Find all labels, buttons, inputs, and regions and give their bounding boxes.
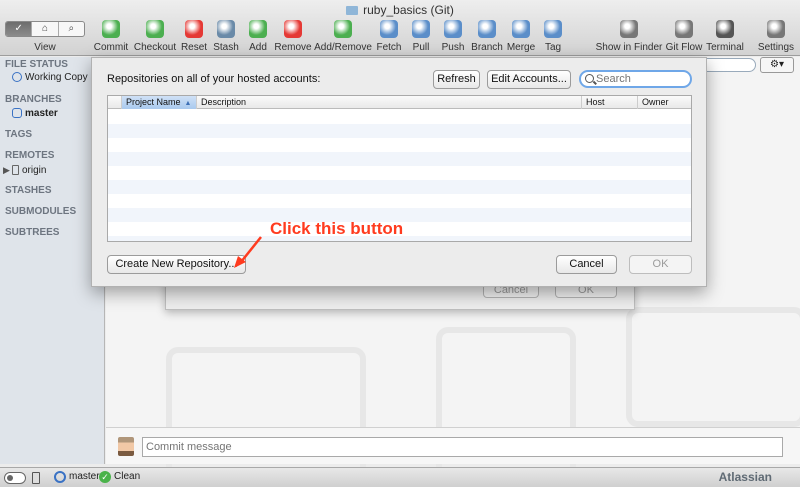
status-bar: master ✓ Clean Atlassian [0,467,800,487]
merge-icon[interactable] [512,20,530,38]
avatar [118,437,134,456]
disclosure-triangle-icon[interactable]: ▶ [3,165,10,176]
checkout-icon[interactable] [146,20,164,38]
view-label: View [34,42,56,53]
status-branch: master [69,471,100,482]
sidebar-heading-subtrees: SUBTREES [5,227,60,238]
search-input[interactable] [596,72,686,86]
cancel-button[interactable]: Cancel [556,255,617,274]
sidebar-heading-file-status: FILE STATUS [5,59,68,70]
column-header-owner[interactable]: Owner [638,96,691,109]
column-header-host[interactable]: Host [582,96,638,109]
reset-icon[interactable] [185,20,203,38]
terminal-icon[interactable] [716,20,734,38]
title-bar: ruby_basics (Git) ✓ ⌂ ⌕ View Commit Check… [0,0,800,56]
create-new-repository-button[interactable]: Create New Repository... [107,255,246,274]
finder-icon[interactable] [620,20,638,38]
table-row[interactable] [108,110,691,124]
column-header-project-name[interactable]: Project Name ▲ [122,96,197,109]
folder-icon [346,6,359,15]
branch-icon[interactable] [478,20,496,38]
search-field[interactable] [579,70,692,88]
table-row[interactable] [108,152,691,166]
column-header-blank [108,96,122,109]
stash-icon[interactable] [217,20,235,38]
sidebar-heading-stashes: STASHES [5,185,52,196]
table-row[interactable] [108,124,691,138]
working-copy-icon [12,72,22,82]
commit-message-input[interactable] [142,437,783,457]
push-icon[interactable] [444,20,462,38]
view-log-segment[interactable]: ⌂ [32,22,59,36]
table-row[interactable] [108,138,691,152]
view-file-status-segment[interactable]: ✓ [6,22,33,36]
edit-accounts-button[interactable]: Edit Accounts... [487,70,571,89]
add-remove-icon[interactable] [334,20,352,38]
circuit-trace-decoration [166,347,366,487]
add-icon[interactable] [249,20,267,38]
table-row[interactable] [108,180,691,194]
sidebar-item-working-copy[interactable]: Working Copy [12,72,88,83]
settings-icon[interactable] [767,20,785,38]
table-header: Project Name ▲ Description Host Owner [108,96,691,109]
tag-icon[interactable] [544,20,562,38]
sidebar-item-origin[interactable]: origin [12,165,46,176]
sidebar-heading-remotes: REMOTES [5,150,55,161]
circuit-trace-decoration [626,307,800,427]
column-header-description[interactable]: Description [197,96,582,109]
pull-icon[interactable] [412,20,430,38]
repository-icon [32,472,40,484]
view-search-segment[interactable]: ⌕ [59,22,84,36]
dialog-heading: Repositories on all of your hosted accou… [107,73,321,85]
atlassian-logo: Atlassian [718,470,772,484]
sidebar-item-master[interactable]: master [12,108,58,119]
sidebar-heading-branches: BRANCHES [5,94,62,105]
sidebar: FILE STATUS Working Copy BRANCHES master… [0,57,105,464]
table-row[interactable] [108,166,691,180]
refresh-button[interactable]: Refresh [433,70,480,89]
status-clean: Clean [114,471,141,482]
clean-check-icon: ✓ [99,471,111,483]
toolbar-button-tag[interactable]: Tag [518,42,588,53]
file-filter-search-field[interactable] [700,58,756,72]
table-row[interactable] [108,194,691,208]
remove-icon[interactable] [284,20,302,38]
remote-server-icon [12,165,19,175]
instruction-annotation: Click this button [270,219,404,238]
gear-icon[interactable]: ⚙▾ [760,57,794,73]
search-icon [585,74,594,83]
sort-ascending-icon: ▲ [184,100,192,107]
hosted-repositories-dialog: Repositories on all of your hosted accou… [91,57,707,287]
ok-button[interactable]: OK [629,255,692,274]
branch-icon [12,108,22,118]
sidebar-heading-tags: TAGS [5,129,33,140]
fetch-icon[interactable] [380,20,398,38]
toolbar-button-settings[interactable]: Settings [741,42,800,53]
sidebar-toggle-icon[interactable] [4,472,26,484]
view-segmented-control[interactable]: ✓ ⌂ ⌕ [5,21,85,37]
annotation-arrow-icon [234,236,262,268]
window-title: ruby_basics (Git) [0,3,800,17]
commit-icon[interactable] [102,20,120,38]
git-flow-icon[interactable] [675,20,693,38]
sidebar-heading-submodules: SUBMODULES [5,206,77,217]
branch-icon [54,471,66,483]
